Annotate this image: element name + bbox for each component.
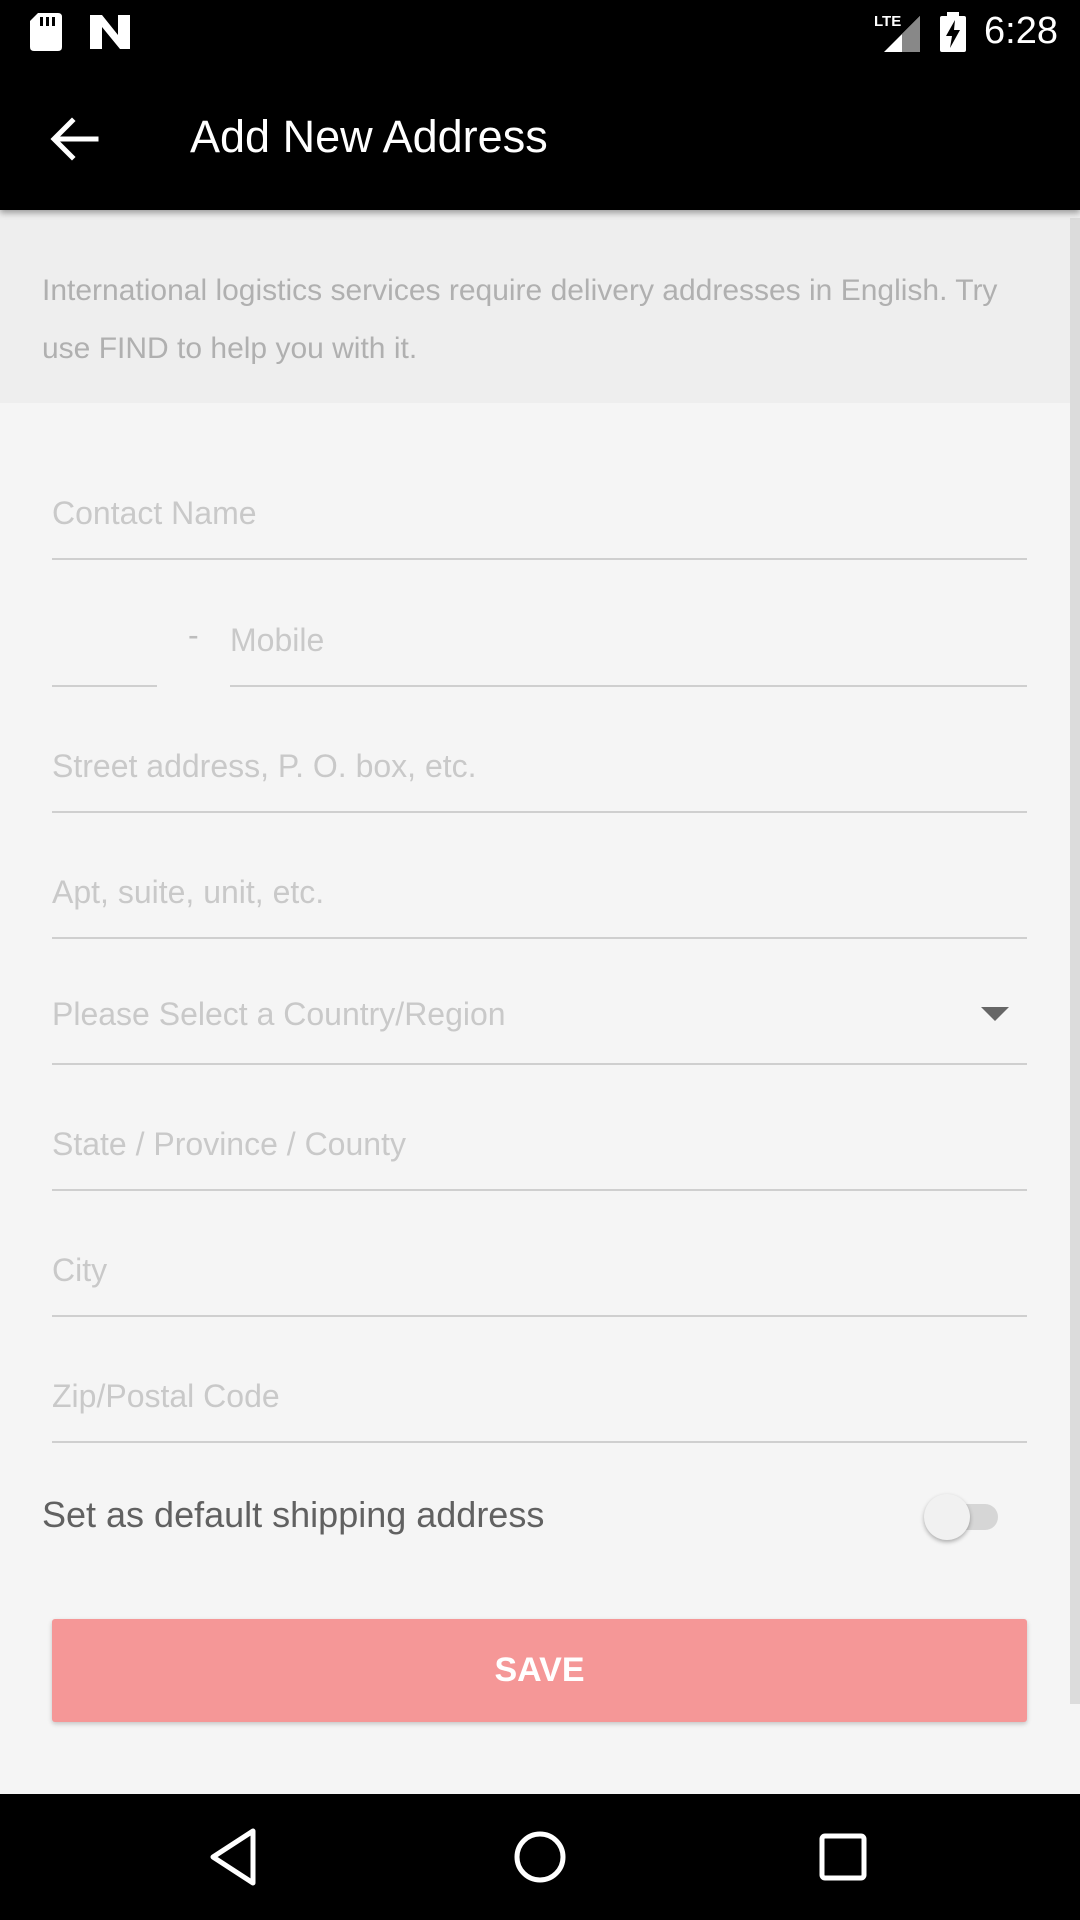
mobile-field[interactable] (230, 607, 1027, 687)
phone-code-field[interactable] (52, 607, 157, 687)
contact-name-input[interactable] (52, 495, 1027, 532)
english-address-notice: International logistics services require… (0, 210, 1080, 403)
scrollbar[interactable] (1070, 218, 1080, 1704)
home-circle-icon (514, 1831, 566, 1883)
chevron-down-icon (981, 1007, 1009, 1021)
country-select-placeholder: Please Select a Country/Region (52, 996, 506, 1032)
mobile-input[interactable] (230, 622, 1027, 659)
zip-field[interactable] (52, 1363, 1027, 1443)
back-button[interactable] (46, 111, 102, 167)
city-field[interactable] (52, 1237, 1027, 1317)
arrow-back-icon (50, 117, 99, 161)
default-address-label: Set as default shipping address (42, 1494, 545, 1535)
navigation-bar (0, 1794, 1080, 1920)
street-address-field[interactable] (52, 733, 1027, 813)
nav-back-button[interactable] (199, 1821, 271, 1893)
phone-code-input[interactable] (52, 622, 157, 659)
nav-home-button[interactable] (504, 1821, 576, 1893)
status-time: 6:28 (984, 10, 1058, 52)
apt-suite-field[interactable] (52, 859, 1027, 939)
apt-suite-input[interactable] (52, 874, 1027, 911)
city-input[interactable] (52, 1252, 1027, 1289)
notice-text: International logistics services require… (42, 274, 998, 365)
country-select[interactable]: Please Select a Country/Region (52, 985, 1027, 1065)
nav-recents-button[interactable] (807, 1821, 879, 1893)
save-button[interactable]: SAVE (52, 1619, 1027, 1722)
battery-charging-icon (940, 11, 967, 52)
state-field[interactable] (52, 1111, 1027, 1191)
default-address-toggle[interactable] (924, 1494, 1008, 1540)
page-title: Add New Address (190, 111, 548, 162)
status-bar: LTE 6:28 (0, 0, 1080, 63)
contact-name-field[interactable] (52, 480, 1027, 560)
state-input[interactable] (52, 1126, 1027, 1163)
zip-input[interactable] (52, 1378, 1027, 1415)
street-address-input[interactable] (52, 748, 1027, 785)
phone-separator: - (188, 617, 199, 653)
svg-text:LTE: LTE (874, 13, 901, 30)
signal-icon: LTE (874, 13, 921, 52)
recents-square-icon (819, 1833, 867, 1881)
n-notification-icon (90, 15, 130, 49)
sd-card-icon (30, 13, 62, 51)
toggle-thumb (924, 1494, 970, 1540)
back-triangle-icon (210, 1828, 256, 1886)
app-bar: Add New Address (0, 63, 1080, 210)
